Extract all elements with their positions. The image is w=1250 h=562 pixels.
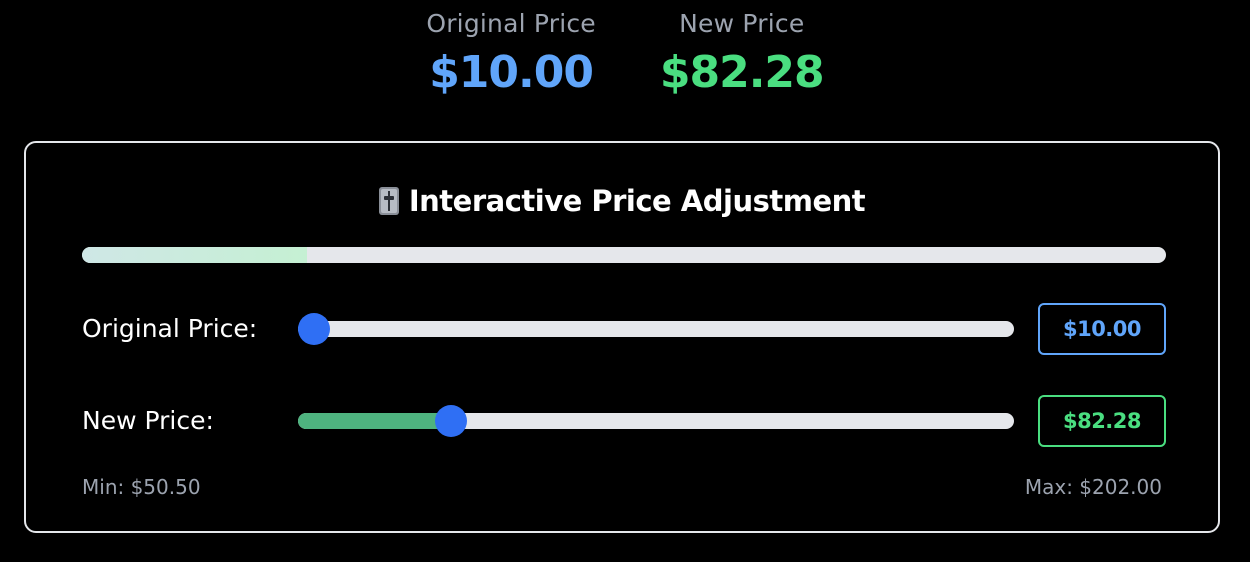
price-adjustment-panel: Interactive Price Adjustment Original Pr… [24,141,1220,533]
original-price-label: Original Price: [82,314,258,343]
new-price-input[interactable] [1038,395,1166,447]
original-price-summary: Original Price $10.00 [426,8,596,102]
price-summary: Original Price $10.00 New Price $82.28 [0,8,1250,102]
max-price-label: Max: $202.00 [1024,475,1162,499]
min-price-label: Min: $50.50 [82,475,201,499]
new-price-label: New Price: [82,406,214,435]
new-price-summary-value: $82.28 [659,47,825,98]
new-price-summary-label: New Price [679,9,805,38]
panel-title: Interactive Price Adjustment [26,181,1218,221]
original-price-summary-label: Original Price [426,9,596,38]
original-price-summary-value: $10.00 [429,47,594,98]
progress-bar-fill [82,247,308,263]
new-price-row: New Price: [82,395,1166,447]
original-price-slider[interactable] [298,313,1014,345]
new-price-slider-fill [298,413,451,429]
new-price-slider[interactable] [298,405,1014,437]
original-price-row: Original Price: [82,303,1166,355]
new-price-summary: New Price $82.28 [659,8,825,102]
slider-control-icon [378,185,399,215]
panel-title-text: Interactive Price Adjustment [408,184,866,218]
original-price-input[interactable] [1038,303,1166,355]
new-price-slider-thumb[interactable] [434,405,467,437]
progress-bar [82,247,1166,263]
original-price-slider-thumb[interactable] [298,313,330,345]
